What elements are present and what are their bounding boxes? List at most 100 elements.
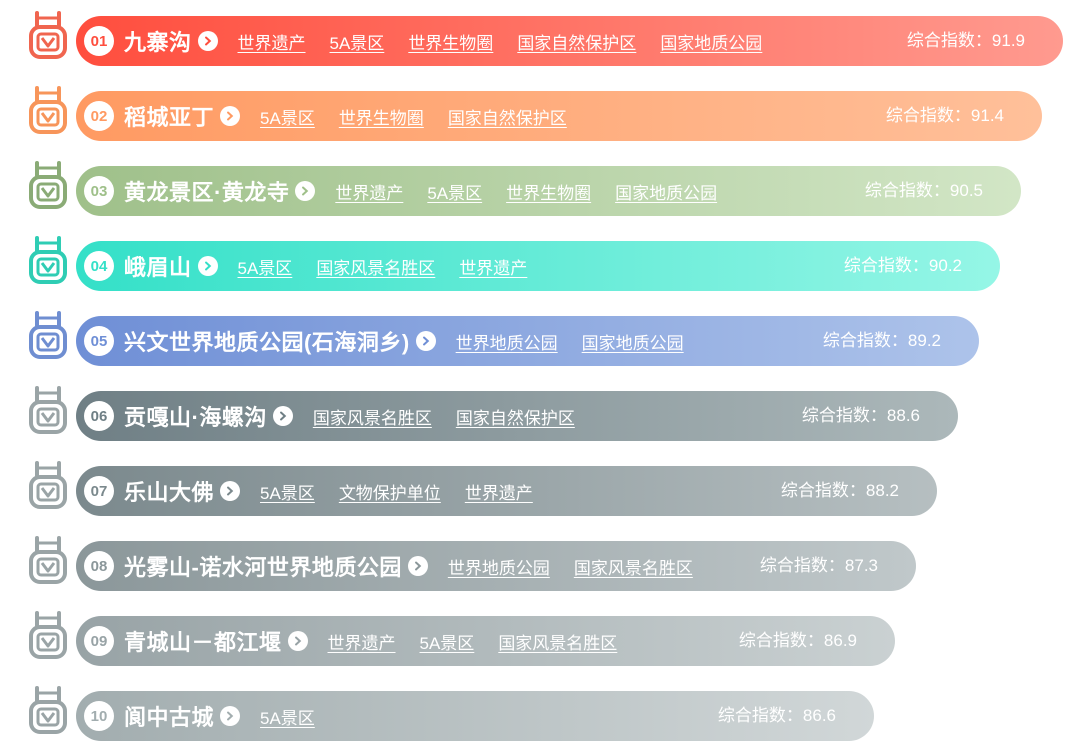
tag-link[interactable]: 世界遗产 xyxy=(465,479,533,504)
rank-number: 03 xyxy=(84,176,114,206)
rank-badge-icon xyxy=(28,535,68,587)
scenic-spot-name[interactable]: 稻城亚丁 xyxy=(124,100,214,132)
composite-score: 综合指数：88.2 xyxy=(780,481,899,500)
tag-link[interactable]: 国家自然保护区 xyxy=(517,29,636,54)
ranking-bar[interactable]: 07 乐山大佛 5A景区 文物保护单位 世界遗产 综合指数：88.2 xyxy=(76,466,937,516)
ranking-bar[interactable]: 02 稻城亚丁 5A景区 世界生物圈 国家自然保护区 综合指数：91.4 xyxy=(76,91,1042,141)
tag-list: 5A景区 文物保护单位 世界遗产 xyxy=(260,479,533,504)
chevron-right-icon[interactable] xyxy=(272,406,293,426)
tag-link[interactable]: 世界遗产 xyxy=(335,179,403,204)
tag-link[interactable]: 5A景区 xyxy=(330,29,385,54)
rank-badge-icon xyxy=(28,610,68,662)
composite-score: 综合指数：86.6 xyxy=(717,706,836,725)
ranking-bar[interactable]: 01 九寨沟 世界遗产 5A景区 世界生物圈 国家自然保护区 国家地质公园 综合指数：91.9 xyxy=(76,16,1063,66)
composite-score: 综合指数：87.3 xyxy=(759,556,878,575)
rank-number: 07 xyxy=(84,476,114,506)
scenic-spot-name[interactable]: 九寨沟 xyxy=(124,25,192,57)
chevron-right-icon[interactable] xyxy=(287,631,308,651)
scenic-spot-name[interactable]: 光雾山-诺水河世界地质公园 xyxy=(124,550,402,582)
tag-list: 世界遗产 5A景区 世界生物圈 国家自然保护区 国家地质公园 xyxy=(238,29,763,54)
ranking-list: 01 九寨沟 世界遗产 5A景区 世界生物圈 国家自然保护区 国家地质公园 综合指数：91.9… xyxy=(0,0,1076,748)
ranking-bar[interactable]: 10 阆中古城 5A景区 综合指数：86.6 xyxy=(76,691,874,741)
tag-link[interactable]: 世界遗产 xyxy=(459,254,527,279)
ranking-row: 09 青城山－都江堰 世界遗产 5A景区 国家风景名胜区 综合指数：86.9 xyxy=(0,611,1076,666)
tag-link[interactable]: 5A景区 xyxy=(260,479,315,504)
tag-list: 世界地质公园 国家风景名胜区 xyxy=(448,554,693,579)
ranking-row: 05 兴文世界地质公园(石海洞乡) 世界地质公园 国家地质公园 综合指数：89.2 xyxy=(0,311,1076,366)
rank-badge-icon xyxy=(28,235,68,287)
tag-list: 5A景区 xyxy=(260,704,315,729)
tag-list: 世界地质公园 国家地质公园 xyxy=(456,329,684,354)
rank-number: 06 xyxy=(84,401,114,431)
tag-link[interactable]: 国家风景名胜区 xyxy=(313,404,432,429)
tag-list: 5A景区 世界生物圈 国家自然保护区 xyxy=(260,104,567,129)
rank-badge-icon xyxy=(28,160,68,212)
tag-link[interactable]: 世界遗产 xyxy=(328,629,396,654)
tag-link[interactable]: 5A景区 xyxy=(238,254,293,279)
tag-link[interactable]: 世界地质公园 xyxy=(448,554,550,579)
rank-number: 10 xyxy=(84,701,114,731)
chevron-right-icon[interactable] xyxy=(415,331,436,351)
chevron-right-icon[interactable] xyxy=(220,481,241,501)
rank-number: 02 xyxy=(84,101,114,131)
scenic-spot-name[interactable]: 兴文世界地质公园(石海洞乡) xyxy=(124,325,410,357)
chevron-right-icon[interactable] xyxy=(407,556,428,576)
tag-link[interactable]: 国家自然保护区 xyxy=(456,404,575,429)
ranking-row: 03 黄龙景区·黄龙寺 世界遗产 5A景区 世界生物圈 国家地质公园 综合指数：90.5 xyxy=(0,161,1076,216)
rank-number: 04 xyxy=(84,251,114,281)
tag-link[interactable]: 世界地质公园 xyxy=(456,329,558,354)
ranking-bar[interactable]: 09 青城山－都江堰 世界遗产 5A景区 国家风景名胜区 综合指数：86.9 xyxy=(76,616,895,666)
composite-score: 综合指数：91.9 xyxy=(906,31,1025,50)
tag-list: 世界遗产 5A景区 国家风景名胜区 xyxy=(328,629,618,654)
ranking-row: 02 稻城亚丁 5A景区 世界生物圈 国家自然保护区 综合指数：91.4 xyxy=(0,86,1076,141)
tag-link[interactable]: 5A景区 xyxy=(420,629,475,654)
scenic-spot-name[interactable]: 青城山－都江堰 xyxy=(124,625,282,657)
chevron-right-icon[interactable] xyxy=(197,31,218,51)
tag-link[interactable]: 国家风景名胜区 xyxy=(498,629,617,654)
ranking-bar[interactable]: 08 光雾山-诺水河世界地质公园 世界地质公园 国家风景名胜区 综合指数：87.3 xyxy=(76,541,916,591)
tag-link[interactable]: 世界遗产 xyxy=(238,29,306,54)
scenic-spot-name[interactable]: 黄龙景区·黄龙寺 xyxy=(124,175,289,207)
tag-link[interactable]: 国家风景名胜区 xyxy=(316,254,435,279)
ranking-row: 10 阆中古城 5A景区 综合指数：86.6 xyxy=(0,686,1076,741)
composite-score: 综合指数：88.6 xyxy=(801,406,920,425)
rank-badge-icon xyxy=(28,460,68,512)
scenic-spot-name[interactable]: 阆中古城 xyxy=(124,700,214,732)
scenic-spot-name[interactable]: 贡嘎山·海螺沟 xyxy=(124,400,267,432)
tag-link[interactable]: 世界生物圈 xyxy=(506,179,591,204)
tag-list: 世界遗产 5A景区 世界生物圈 国家地质公园 xyxy=(335,179,717,204)
scenic-spot-name[interactable]: 乐山大佛 xyxy=(124,475,214,507)
ranking-bar[interactable]: 04 峨眉山 5A景区 国家风景名胜区 世界遗产 综合指数：90.2 xyxy=(76,241,1000,291)
rank-number: 09 xyxy=(84,626,114,656)
tag-link[interactable]: 国家地质公园 xyxy=(615,179,717,204)
tag-link[interactable]: 国家地质公园 xyxy=(582,329,684,354)
rank-badge-icon xyxy=(28,310,68,362)
ranking-row: 08 光雾山-诺水河世界地质公园 世界地质公园 国家风景名胜区 综合指数：87.3 xyxy=(0,536,1076,591)
tag-link[interactable]: 世界生物圈 xyxy=(339,104,424,129)
composite-score: 综合指数：91.4 xyxy=(885,106,1004,125)
rank-badge-icon xyxy=(28,385,68,437)
tag-link[interactable]: 5A景区 xyxy=(427,179,482,204)
tag-link[interactable]: 5A景区 xyxy=(260,704,315,729)
composite-score: 综合指数：90.5 xyxy=(864,181,983,200)
chevron-right-icon[interactable] xyxy=(220,706,241,726)
scenic-spot-name[interactable]: 峨眉山 xyxy=(124,250,192,282)
tag-link[interactable]: 国家自然保护区 xyxy=(448,104,567,129)
rank-badge-icon xyxy=(28,10,68,62)
tag-list: 国家风景名胜区 国家自然保护区 xyxy=(313,404,575,429)
tag-link[interactable]: 世界生物圈 xyxy=(408,29,493,54)
ranking-bar[interactable]: 06 贡嘎山·海螺沟 国家风景名胜区 国家自然保护区 综合指数：88.6 xyxy=(76,391,958,441)
chevron-right-icon[interactable] xyxy=(220,106,241,126)
ranking-bar[interactable]: 03 黄龙景区·黄龙寺 世界遗产 5A景区 世界生物圈 国家地质公园 综合指数：90.5 xyxy=(76,166,1021,216)
composite-score: 综合指数：90.2 xyxy=(843,256,962,275)
tag-link[interactable]: 国家风景名胜区 xyxy=(574,554,693,579)
tag-link[interactable]: 国家地质公园 xyxy=(660,29,762,54)
rank-number: 01 xyxy=(84,26,114,56)
chevron-right-icon[interactable] xyxy=(197,256,218,276)
ranking-row: 06 贡嘎山·海螺沟 国家风景名胜区 国家自然保护区 综合指数：88.6 xyxy=(0,386,1076,441)
composite-score: 综合指数：89.2 xyxy=(822,331,941,350)
chevron-right-icon[interactable] xyxy=(295,181,316,201)
ranking-bar[interactable]: 05 兴文世界地质公园(石海洞乡) 世界地质公园 国家地质公园 综合指数：89.2 xyxy=(76,316,979,366)
tag-link[interactable]: 文物保护单位 xyxy=(339,479,441,504)
tag-link[interactable]: 5A景区 xyxy=(260,104,315,129)
